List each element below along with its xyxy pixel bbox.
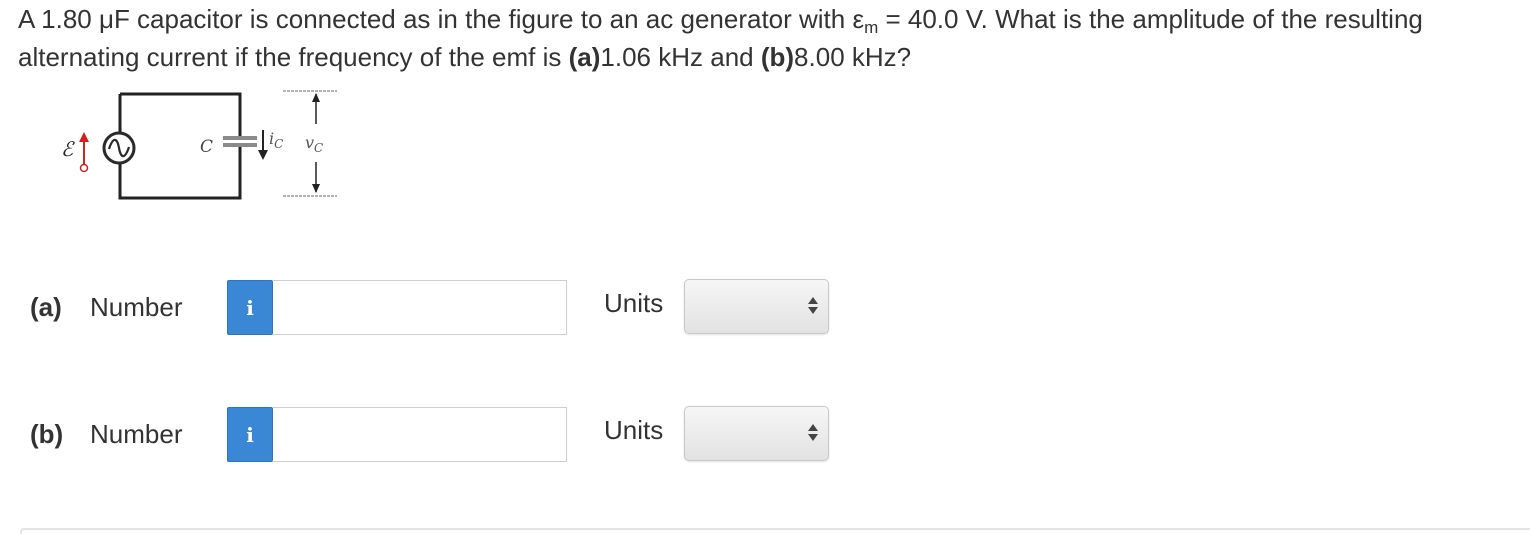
capacitor-plate-bottom	[223, 143, 257, 147]
info-icon: i	[246, 295, 254, 320]
voltage-label: v	[305, 133, 314, 152]
emf-symbol-label: ℰ	[61, 137, 75, 161]
part-a-frequency: 1.06 kHz and	[600, 42, 761, 72]
number-input-a[interactable]	[273, 280, 567, 335]
number-label-b: Number	[90, 419, 183, 449]
question-text-part1: A 1.80 μF capacitor is connected as in t…	[18, 4, 865, 34]
question-text: A 1.80 μF capacitor is connected as in t…	[18, 0, 1518, 76]
capacitor-plate-top	[223, 136, 257, 140]
capacitor-label: C	[200, 137, 213, 157]
select-arrows-icon	[808, 424, 818, 444]
emf-arrow-head	[79, 132, 89, 142]
part-b-tag: (b)	[760, 42, 795, 72]
svg-text:iC: iC	[269, 129, 283, 151]
units-label-b: Units	[604, 415, 664, 445]
units-select-b[interactable]	[684, 406, 829, 461]
answer-row-a: (a) Number i Units	[0, 278, 1530, 338]
voltage-subscript: C	[314, 141, 323, 155]
current-subscript: C	[274, 137, 283, 151]
emf-terminal	[79, 163, 89, 173]
info-icon: i	[246, 422, 254, 447]
circuit-diagram: ℰ C iC vC	[61, 90, 337, 200]
emf-subscript: m	[864, 18, 879, 37]
info-icon-button-b[interactable]: i	[227, 407, 273, 462]
bottom-divider	[20, 528, 1530, 534]
svg-text:vC: vC	[305, 133, 323, 155]
answer-row-b: (b) Number i Units	[0, 405, 1530, 465]
circuit-wire	[118, 92, 242, 200]
part-label-b: (b)	[30, 419, 64, 449]
info-icon-button-a[interactable]: i	[227, 280, 273, 335]
number-label-a: Number	[90, 292, 183, 322]
select-arrows-icon	[808, 297, 818, 317]
part-label-a: (a)	[30, 292, 62, 322]
part-b-frequency: 8.00 kHz?	[794, 42, 912, 72]
units-select-a[interactable]	[684, 279, 829, 334]
part-a-tag: (a)	[568, 42, 601, 72]
current-arrow-head	[258, 150, 268, 160]
units-label-a: Units	[604, 288, 664, 318]
number-input-b[interactable]	[273, 407, 567, 462]
